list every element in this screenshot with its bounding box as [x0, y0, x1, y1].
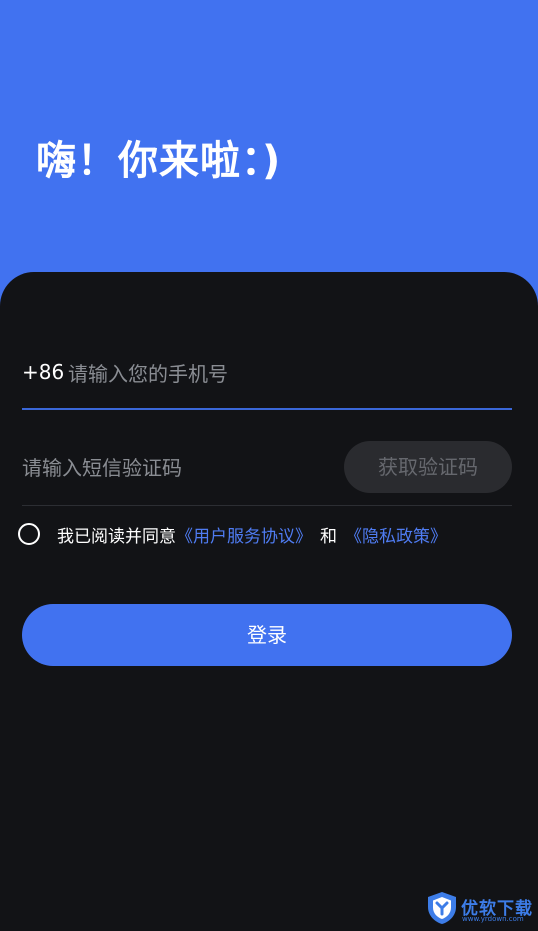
agreement-row: 我已阅读并同意《用户服务协议》和《隐私政策》: [18, 519, 518, 549]
agreement-prefix: 我已阅读并同意: [57, 527, 176, 547]
greeting-title: 嗨！你来啦：): [36, 138, 282, 184]
get-code-button[interactable]: 获取验证码: [344, 441, 512, 493]
phone-input[interactable]: [68, 354, 488, 394]
user-agreement-link[interactable]: 《用户服务协议》: [176, 527, 312, 547]
login-button[interactable]: 登录: [22, 604, 512, 666]
header-banner: 嗨！你来啦：): [0, 0, 538, 300]
shield-icon: [428, 892, 456, 924]
watermark-url: www.yrdown.com: [462, 915, 524, 923]
privacy-policy-link[interactable]: 《隐私政策》: [345, 527, 447, 547]
agree-radio[interactable]: [18, 523, 40, 545]
phone-field-row: +86: [22, 352, 512, 410]
watermark-logo: 优软下载 www.yrdown.com: [426, 891, 534, 927]
sms-code-input[interactable]: [22, 448, 322, 488]
agreement-text: 我已阅读并同意《用户服务协议》和《隐私政策》: [57, 522, 447, 547]
agreement-and: 和: [320, 527, 337, 547]
country-code[interactable]: +86: [22, 360, 64, 384]
code-field-row: 获取验证码: [22, 440, 512, 506]
